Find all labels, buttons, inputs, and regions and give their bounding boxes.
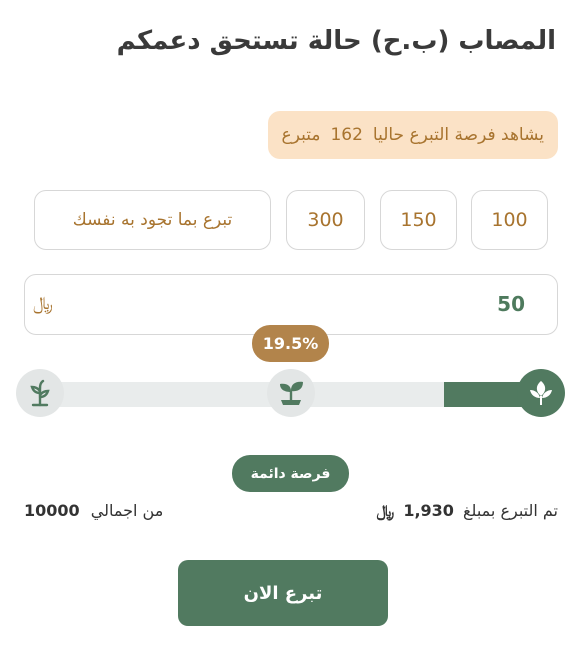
viewers-badge: يشاهد فرصة التبرع حاليا 162 متبرع [267, 111, 558, 159]
custom-amount-button[interactable]: تبرع بما تجود به نفسك [34, 190, 271, 250]
leaves-icon [517, 369, 565, 417]
viewers-prefix: يشاهد فرصة التبرع حاليا [372, 125, 544, 145]
total-prefix: من اجمالي [90, 501, 164, 520]
goal-total: من اجمالي 10000 [24, 501, 163, 520]
progress-percent-badge: 19.5% [252, 325, 329, 362]
currency-symbol: ﷼ [33, 293, 53, 314]
raised-currency: ﷼ [376, 501, 395, 520]
viewers-suffix: متبرع [281, 125, 321, 145]
sprout-icon [16, 369, 64, 417]
raised-value: 1,930 [403, 501, 454, 520]
status-badge: فرصة دائمة [232, 455, 349, 492]
seedling-icon [267, 369, 315, 417]
amount-option-300[interactable]: 300 [286, 190, 365, 250]
viewers-count: 162 [330, 125, 363, 145]
raised-prefix: تم التبرع بمبلغ [463, 501, 558, 520]
total-value: 10000 [24, 501, 80, 520]
amount-option-150[interactable]: 150 [380, 190, 457, 250]
donate-now-button[interactable]: تبرع الان [178, 560, 388, 626]
case-title: المصاب (ب.ح) حالة تستحق دعمكم [116, 26, 556, 56]
raised-amount: تم التبرع بمبلغ 1,930 ﷼ [377, 501, 558, 521]
amount-option-100[interactable]: 100 [471, 190, 548, 250]
amount-value: 50 [497, 292, 525, 316]
